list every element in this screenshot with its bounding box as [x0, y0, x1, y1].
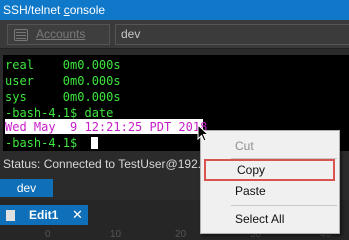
accounts-icon	[14, 29, 28, 41]
window-title-bar: SSH/telnet console	[0, 0, 349, 20]
ruler-tick: 0	[45, 229, 51, 240]
editor-tab[interactable]: Edit1 ✕	[0, 205, 88, 225]
session-tab-dev[interactable]: dev	[0, 179, 53, 197]
ruler-tick: 10	[110, 229, 122, 240]
context-menu-copy[interactable]: Copy	[204, 159, 335, 181]
accounts-button[interactable]: Accounts	[7, 24, 110, 45]
context-menu: Cut Copy Paste Select All	[200, 130, 340, 234]
terminal-line: real 0m0.000s	[5, 58, 121, 72]
ruler-tick: 20	[175, 229, 187, 240]
accounts-button-label: Accounts	[36, 27, 86, 41]
context-menu-paste[interactable]: Paste	[201, 180, 339, 202]
user-combo-input[interactable]: dev	[115, 24, 349, 45]
terminal-prompt-line: -bash-4.1$	[5, 136, 85, 150]
context-menu-cut[interactable]: Cut	[201, 135, 339, 157]
context-menu-separator	[231, 205, 337, 206]
toolbar: Accounts dev	[0, 20, 349, 49]
terminal-cursor	[91, 137, 98, 149]
context-menu-select-all[interactable]: Select All	[201, 208, 339, 230]
close-icon[interactable]: ✕	[72, 205, 83, 225]
document-icon	[6, 210, 15, 221]
terminal-line: user 0m0.000s	[5, 74, 121, 88]
terminal-line: sys 0m0.000s	[5, 90, 121, 104]
terminal-line-selected: Wed May 9 12:21:25 PDT 2018	[5, 120, 208, 134]
window-title-prefix: SSH/telnet	[3, 3, 64, 17]
window-title-suffix: onsole	[69, 3, 106, 17]
editor-tab-label: Edit1	[29, 208, 59, 222]
mouse-pointer-icon	[197, 124, 210, 142]
